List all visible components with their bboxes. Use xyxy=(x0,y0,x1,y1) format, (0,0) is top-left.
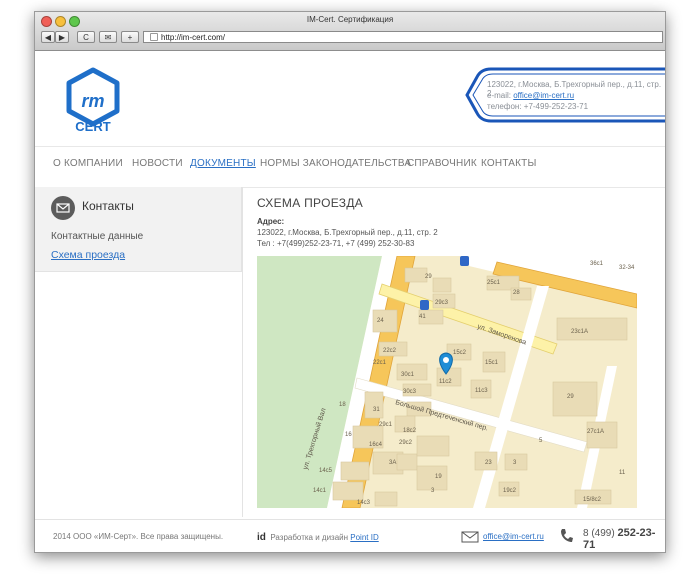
nav-item-legislation[interactable]: НОРМЫ ЗАКОНОДАТЕЛЬСТВА xyxy=(260,158,411,169)
map-label: 29с2 xyxy=(399,440,413,446)
phone-text: Тел : +7(499)252-23-71, +7 (499) 252-30-… xyxy=(257,239,415,248)
envelope-icon xyxy=(461,531,479,543)
footer: 2014 ООО «ИМ-Серт». Все права защищены. … xyxy=(35,519,665,552)
nav-item-news[interactable]: НОВОСТИ xyxy=(132,158,183,169)
map-label: 15/8с2 xyxy=(583,497,602,503)
sidebar-link-contact-data[interactable]: Контактные данные xyxy=(51,231,143,242)
map-label: 11 xyxy=(619,470,626,476)
logo-text-bottom: CERT xyxy=(75,119,110,133)
map-label: 15с1 xyxy=(485,360,499,366)
map-label: 29 xyxy=(425,274,432,280)
nav-item-documents[interactable]: ДОКУМЕНТЫ xyxy=(190,158,256,169)
footer-email-wrap: office@im-cert.ru xyxy=(483,532,544,541)
sidebar: Контакты Контактные данные Схема проезда xyxy=(35,187,242,272)
map-label: 11с3 xyxy=(475,388,488,394)
map-label: 25с1 xyxy=(487,280,501,286)
map-label: 15с2 xyxy=(453,350,467,356)
map-label: 23с1А xyxy=(571,329,588,335)
bus-stop-icon xyxy=(460,256,469,266)
map-label: 14с1 xyxy=(313,488,327,494)
footer-email-link[interactable]: office@im-cert.ru xyxy=(483,532,544,541)
map-label: 24 xyxy=(377,318,384,324)
map-label: 22с2 xyxy=(383,348,397,354)
logo-text-top: rm xyxy=(81,91,104,111)
map-label: 36с1 xyxy=(590,261,604,267)
reload-button[interactable]: C xyxy=(77,31,95,43)
map-label: 14с3 xyxy=(357,500,371,506)
forward-button[interactable]: ▶ xyxy=(55,31,69,43)
main-nav: О КОМПАНИИ НОВОСТИ ДОКУМЕНТЫ НОРМЫ ЗАКОН… xyxy=(35,146,665,188)
phone-icon xyxy=(561,529,573,542)
im-cert-logo[interactable]: rm CERT xyxy=(63,67,123,133)
page-title: СХЕМА ПРОЕЗДА xyxy=(257,196,364,210)
map-label: 11с2 xyxy=(439,379,452,385)
map-label: 14с5 xyxy=(319,468,333,474)
sidebar-link-directions[interactable]: Схема проезда xyxy=(51,249,125,261)
nav-item-about[interactable]: О КОМПАНИИ xyxy=(53,158,123,169)
map-label: 19с2 xyxy=(503,488,517,494)
footer-copyright: 2014 ООО «ИМ-Серт». Все права защищены. xyxy=(53,532,224,541)
web-page: rm CERT 123022, г.Москва, Б.Трехгорный п… xyxy=(35,51,665,552)
back-button[interactable]: ◀ xyxy=(41,31,55,43)
map-label: 30с1 xyxy=(401,372,415,378)
map-label: 18 xyxy=(339,402,346,408)
address-bar[interactable]: http://im-cert.com/ xyxy=(143,31,663,43)
header-email-line: e-mail: office@im-cert.ru xyxy=(487,91,574,100)
sidebar-title: Контакты xyxy=(82,199,134,213)
bookmark-button[interactable]: ✉ xyxy=(99,31,117,43)
location-map[interactable]: 36с1 32-34 29 25с1 28 29с3 41 24 23с1А 1… xyxy=(257,256,637,508)
map-label: 30с3 xyxy=(403,389,417,395)
new-tab-button[interactable]: + xyxy=(121,31,139,43)
footer-dev: id Разработка и дизайн Point ID xyxy=(257,532,379,543)
header-email-link[interactable]: office@im-cert.ru xyxy=(513,91,574,100)
map-label: 27с1А xyxy=(587,429,604,435)
map-label: 29 xyxy=(567,394,574,400)
nav-item-reference[interactable]: СПРАВОЧНИК xyxy=(407,158,477,169)
map-label: 16с4 xyxy=(369,442,383,448)
footer-phone-prefix: 8 (499) xyxy=(583,528,618,539)
title-bar: IM-Cert. Сертификация ◀ ▶ C ✉ + http://i… xyxy=(35,12,665,51)
envelope-icon xyxy=(51,196,75,220)
map-label: 29с1 xyxy=(379,422,393,428)
window-title: IM-Cert. Сертификация xyxy=(306,15,394,24)
bus-stop-icon xyxy=(420,300,429,310)
map-label: 16 xyxy=(345,432,352,438)
map-label: 28 xyxy=(513,290,520,296)
header-phone: телефон: +7-499-252-23-71 xyxy=(487,102,589,111)
address-label: Адрес: xyxy=(257,217,285,226)
browser-window: IM-Cert. Сертификация ◀ ▶ C ✉ + http://i… xyxy=(34,11,666,553)
header-email-label: e-mail: xyxy=(487,91,514,100)
footer-dev-prefix: Разработка и дизайн xyxy=(270,533,351,542)
map-label: 41 xyxy=(419,314,426,320)
footer-dev-link[interactable]: Point ID xyxy=(350,533,378,542)
nav-item-contacts[interactable]: КОНТАКТЫ xyxy=(481,158,537,169)
map-label: 3А xyxy=(389,460,396,466)
map-label: 29с3 xyxy=(435,300,449,306)
address-bar-text: http://im-cert.com/ xyxy=(161,33,226,42)
map-label: 22с1 xyxy=(373,360,387,366)
address-text: 123022, г.Москва, Б.Трехгорный пер., д.1… xyxy=(257,228,438,237)
point-id-icon: id xyxy=(257,532,266,543)
map-label: 23 xyxy=(485,460,492,466)
map-label: 31 xyxy=(373,407,380,413)
map-label: 19 xyxy=(435,474,442,480)
map-label: 18с2 xyxy=(403,428,417,434)
page-icon xyxy=(150,33,158,41)
footer-phone[interactable]: 8 (499) 252-23-71 xyxy=(583,527,665,551)
map-label: 32-34 xyxy=(619,265,635,271)
